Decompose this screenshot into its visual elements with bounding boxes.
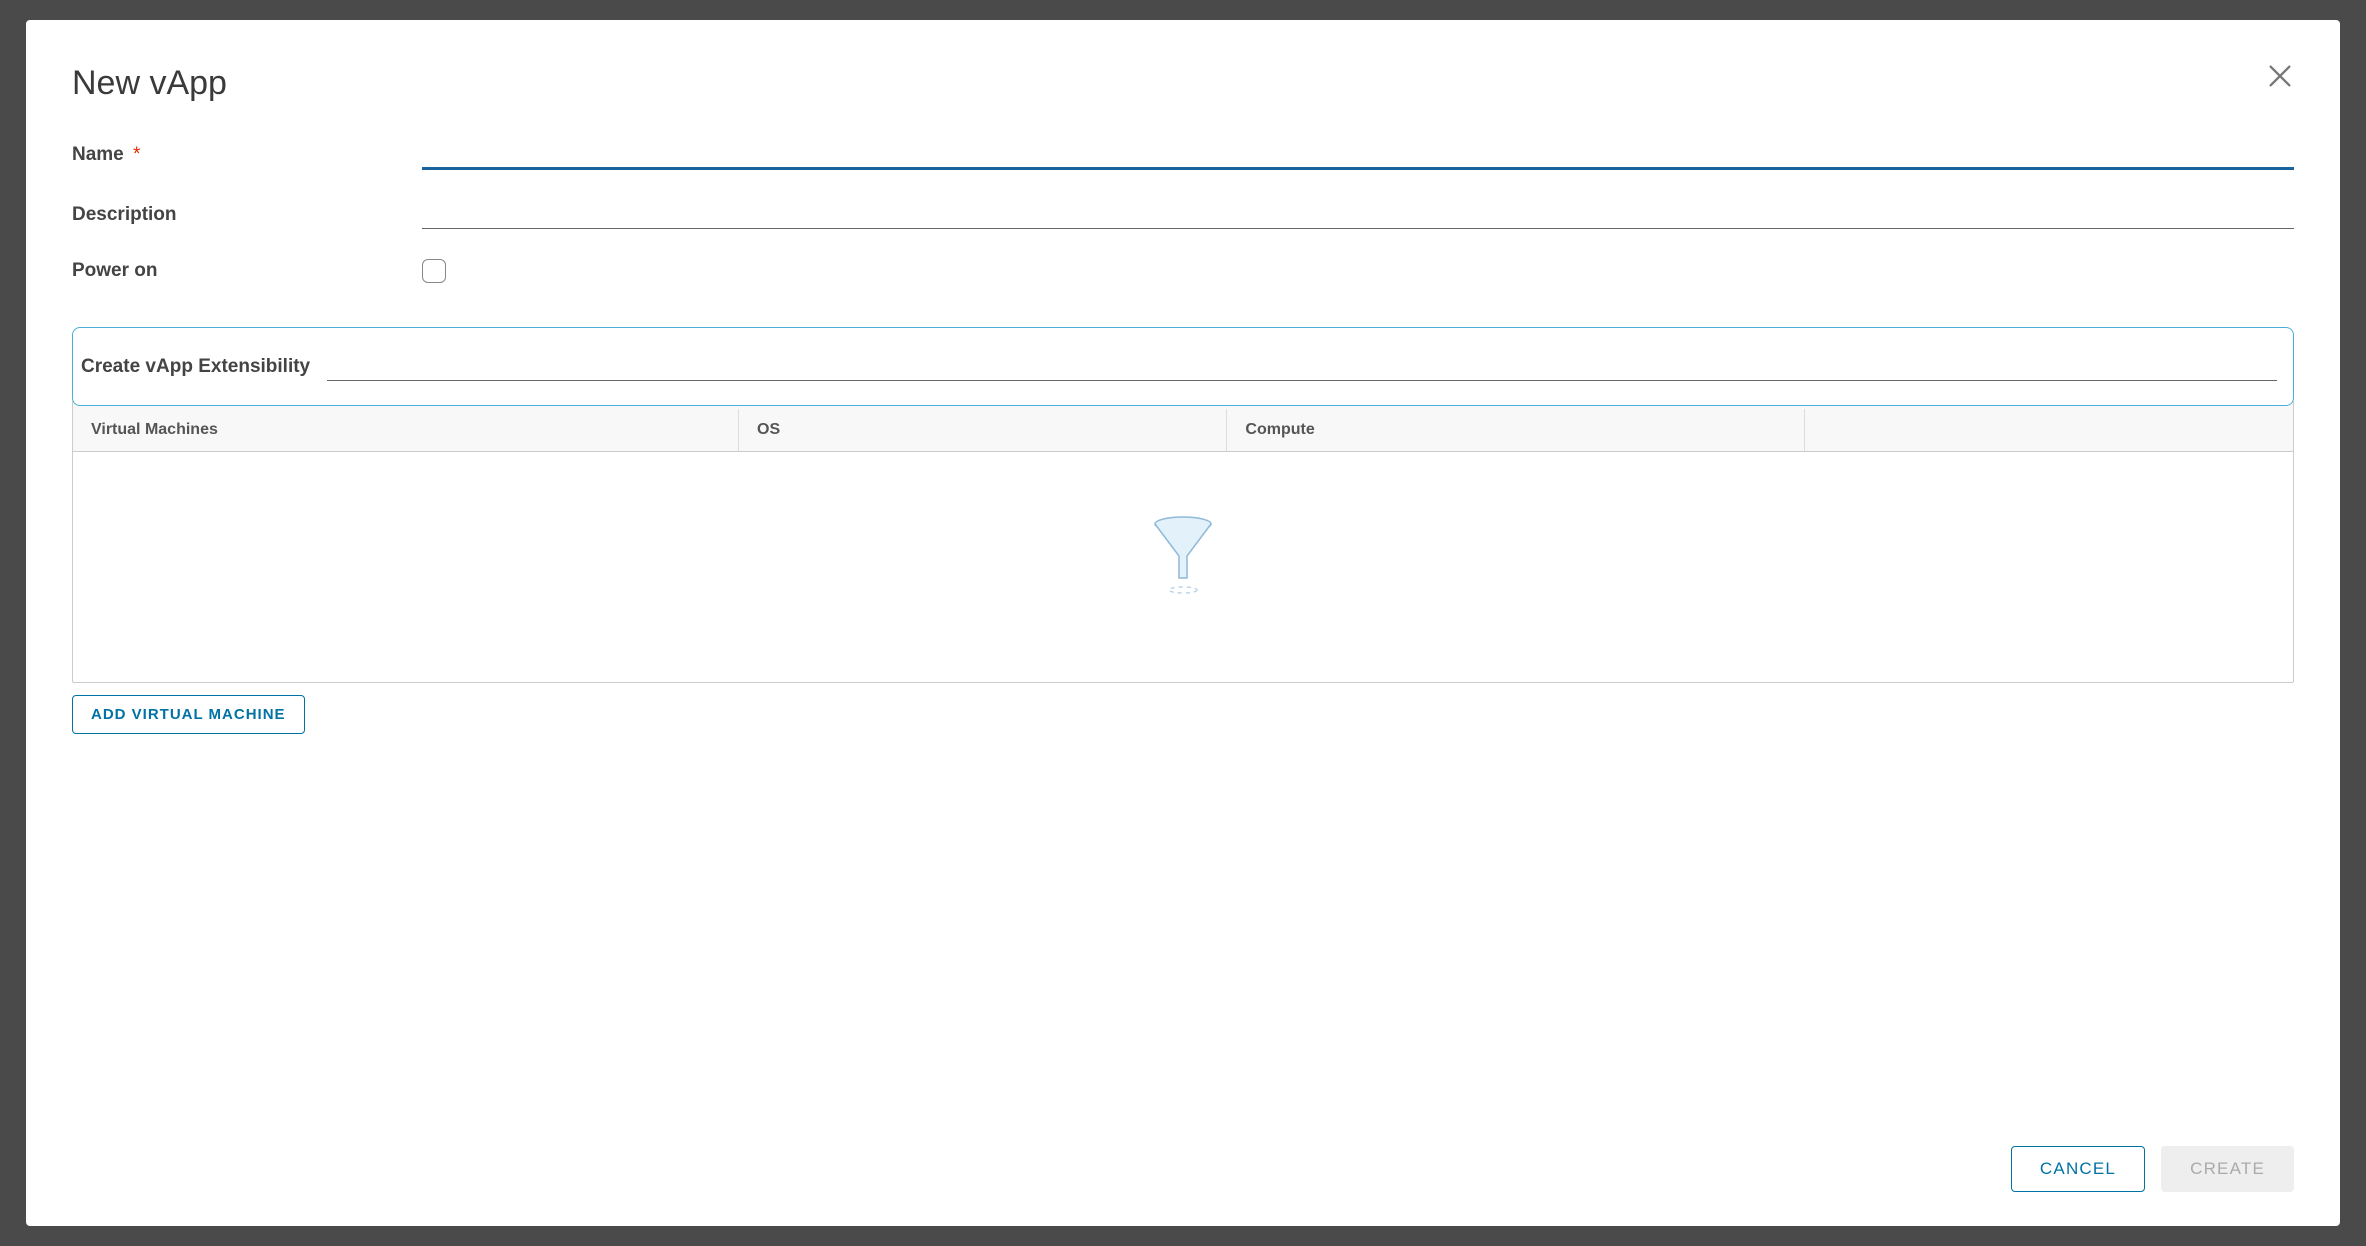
vm-table: Virtual Machines OS Compute [72, 400, 2294, 683]
required-asterisk: * [133, 144, 140, 165]
description-row: Description [72, 200, 2294, 229]
funnel-icon [1153, 516, 1213, 596]
extensibility-label: Create vApp Extensibility [81, 356, 327, 378]
table-header: Virtual Machines OS Compute [73, 401, 2293, 452]
poweron-label: Power on [72, 260, 422, 282]
col-actions [1805, 409, 2293, 451]
poweron-row: Power on [72, 259, 2294, 283]
name-input[interactable] [422, 139, 2294, 170]
name-label: Name * [72, 144, 422, 166]
table-empty-body [73, 452, 2293, 682]
poweron-checkbox[interactable] [422, 259, 446, 283]
cancel-button[interactable]: CANCEL [2011, 1146, 2145, 1192]
name-label-text: Name [72, 144, 124, 165]
extensibility-row: Create vApp Extensibility [72, 327, 2294, 406]
close-icon [2266, 62, 2294, 90]
close-button[interactable] [2266, 62, 2294, 90]
col-virtual-machines: Virtual Machines [73, 409, 739, 451]
modal-footer: CANCEL CREATE [72, 1116, 2294, 1192]
add-virtual-machine-button[interactable]: ADD VIRTUAL MACHINE [72, 695, 305, 734]
col-compute: Compute [1227, 409, 1804, 451]
description-input[interactable] [422, 200, 2294, 229]
extensibility-input[interactable] [327, 352, 2277, 381]
modal-title: New vApp [72, 64, 2294, 103]
name-row: Name * [72, 139, 2294, 170]
description-label: Description [72, 204, 422, 226]
col-os: OS [739, 409, 1227, 451]
new-vapp-modal: New vApp Name * Description Power on Cre… [26, 20, 2340, 1226]
create-button: CREATE [2161, 1146, 2294, 1192]
